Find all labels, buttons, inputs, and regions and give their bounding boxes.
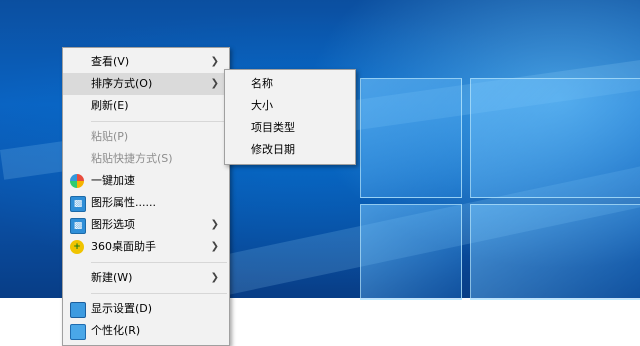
windows-logo-pane — [360, 204, 462, 300]
menu-item-graphics-options[interactable]: ▩ 图形选项 ❯ — [63, 214, 229, 236]
personalize-icon — [70, 324, 86, 340]
chevron-right-icon: ❯ — [210, 56, 219, 67]
menu-item-label: 一键加速 — [91, 174, 135, 187]
menu-item-display-settings[interactable]: 显示设置(D) — [63, 298, 229, 320]
chevron-right-icon: ❯ — [210, 272, 219, 283]
chevron-right-icon: ❯ — [210, 219, 219, 230]
menu-item-personalize[interactable]: 个性化(R) — [63, 320, 229, 342]
menu-item-label: 图形选项 — [91, 218, 135, 231]
menu-item-label: 粘贴快捷方式(S) — [91, 152, 173, 165]
menu-item-label: 排序方式(O) — [91, 77, 153, 90]
menu-separator — [91, 262, 227, 263]
sort-by-item-type[interactable]: 项目类型 — [225, 117, 355, 139]
sort-by-submenu: 名称 大小 项目类型 修改日期 — [224, 69, 356, 165]
menu-item-paste: 粘贴(P) — [63, 126, 229, 148]
menu-separator — [91, 293, 227, 294]
windows-logo-pane — [470, 78, 640, 198]
menu-item-graphics-properties[interactable]: ▩ 图形属性...... — [63, 192, 229, 214]
sort-by-size[interactable]: 大小 — [225, 95, 355, 117]
speed-up-icon — [70, 174, 84, 188]
submenu-item-label: 大小 — [251, 99, 273, 112]
sort-by-date-modified[interactable]: 修改日期 — [225, 139, 355, 161]
sort-by-name[interactable]: 名称 — [225, 73, 355, 95]
windows-logo-pane — [360, 78, 462, 198]
menu-item-sort-by[interactable]: 排序方式(O) ❯ — [63, 73, 229, 95]
windows-logo-pane — [470, 204, 640, 300]
menu-item-label: 360桌面助手 — [91, 240, 156, 253]
menu-item-label: 粘贴(P) — [91, 130, 129, 143]
chevron-right-icon: ❯ — [210, 241, 219, 252]
menu-item-label: 个性化(R) — [91, 324, 141, 337]
menu-separator — [91, 121, 227, 122]
display-settings-icon — [70, 302, 86, 318]
submenu-item-label: 修改日期 — [251, 143, 295, 156]
menu-item-label: 查看(V) — [91, 55, 130, 68]
submenu-item-label: 名称 — [251, 77, 273, 90]
graphics-icon: ▩ — [70, 218, 86, 234]
menu-item-label: 显示设置(D) — [91, 302, 153, 315]
menu-item-label: 新建(W) — [91, 271, 133, 284]
menu-item-view[interactable]: 查看(V) ❯ — [63, 51, 229, 73]
desktop-context-menu: 查看(V) ❯ 排序方式(O) ❯ 刷新(E) 粘贴(P) 粘贴快捷方式(S) … — [62, 47, 230, 346]
chevron-right-icon: ❯ — [210, 78, 219, 89]
submenu-item-label: 项目类型 — [251, 121, 295, 134]
menu-item-paste-shortcut: 粘贴快捷方式(S) — [63, 148, 229, 170]
menu-item-new[interactable]: 新建(W) ❯ — [63, 267, 229, 289]
menu-item-360-assistant[interactable]: + 360桌面助手 ❯ — [63, 236, 229, 258]
menu-item-speed-up[interactable]: 一键加速 — [63, 170, 229, 192]
menu-item-label: 刷新(E) — [91, 99, 129, 112]
menu-item-refresh[interactable]: 刷新(E) — [63, 95, 229, 117]
menu-item-label: 图形属性...... — [91, 196, 156, 209]
graphics-icon: ▩ — [70, 196, 86, 212]
360-assistant-icon: + — [70, 240, 84, 254]
